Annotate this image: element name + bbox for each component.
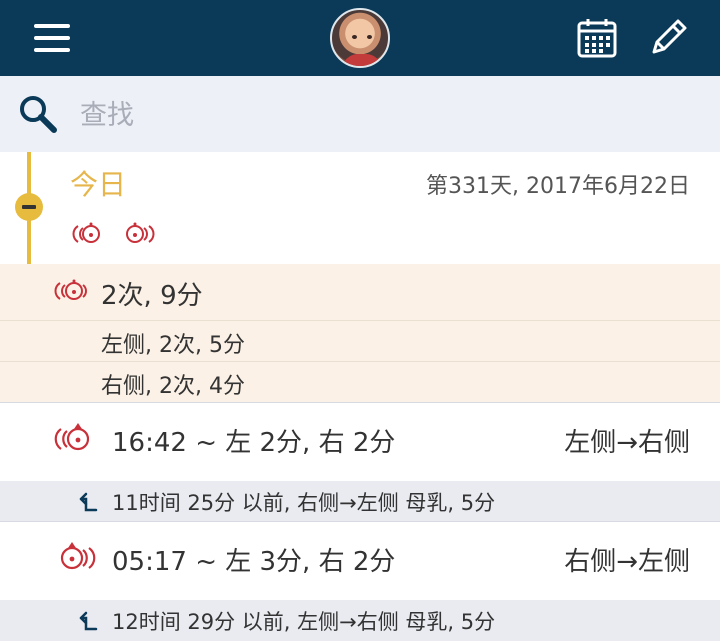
summary-right-row[interactable]: 右侧, 2次, 4分 xyxy=(0,362,720,402)
collapse-day-button[interactable] xyxy=(15,193,43,221)
feeding-entry[interactable]: 16:42 ~ 左 2分, 右 2分 左侧→右侧 xyxy=(0,403,720,481)
breastfeeding-icon xyxy=(72,222,100,243)
feeding-entry[interactable]: 05:17 ~ 左 3分, 右 2分 右侧→左侧 xyxy=(0,522,720,600)
entry-time: 05:17 ~ 左 3分, 右 2分 xyxy=(112,547,396,577)
previous-feeding-text: 12时间 29分 以前, 左侧→右侧 母乳, 5分 xyxy=(112,610,496,634)
search-bar xyxy=(0,76,720,152)
avatar-eye xyxy=(352,35,357,39)
calendar-button[interactable] xyxy=(577,18,617,58)
breastfeeding-icon xyxy=(60,542,96,570)
previous-feeding-note: 12时间 29分 以前, 左侧→右侧 母乳, 5分 xyxy=(0,600,720,641)
return-arrow-icon xyxy=(79,611,98,631)
pencil-icon xyxy=(652,19,687,54)
summary-left-row[interactable]: 左侧, 2次, 5分 xyxy=(0,321,720,362)
menu-button[interactable] xyxy=(34,24,70,52)
baby-avatar[interactable] xyxy=(330,8,390,68)
summary-left: 左侧, 2次, 5分 xyxy=(101,333,245,358)
menu-icon-line xyxy=(34,48,70,52)
day-label: 今日 xyxy=(70,168,127,201)
avatar-eye xyxy=(367,35,372,39)
breastfeeding-icon xyxy=(54,423,90,451)
summary-right: 右侧, 2次, 4分 xyxy=(101,374,245,399)
return-arrow-icon xyxy=(79,492,98,512)
daily-summary: 2次, 9分 左侧, 2次, 5分 右侧, 2次, 4分 xyxy=(0,264,720,402)
day-info: 第331天, 2017年6月22日 xyxy=(426,174,690,199)
entry-time: 16:42 ~ 左 2分, 右 2分 xyxy=(112,428,396,458)
menu-icon-line xyxy=(34,24,70,28)
avatar-shirt xyxy=(342,54,382,66)
day-feeding-icons xyxy=(70,220,163,252)
summary-total-row[interactable]: 2次, 9分 xyxy=(0,264,720,321)
calendar-icon xyxy=(577,19,617,58)
previous-feeding-note: 11时间 25分 以前, 右侧→左侧 母乳, 5分 xyxy=(0,481,720,521)
menu-icon-line xyxy=(34,36,70,40)
search-input[interactable] xyxy=(78,94,682,136)
entry-direction: 右侧→左侧 xyxy=(564,547,690,577)
summary-total: 2次, 9分 xyxy=(101,281,203,311)
search-icon[interactable] xyxy=(18,94,58,134)
breastfeeding-icon xyxy=(126,222,155,243)
edit-button[interactable] xyxy=(648,16,690,58)
top-app-bar xyxy=(0,0,720,76)
previous-feeding-text: 11时间 25分 以前, 右侧→左侧 母乳, 5分 xyxy=(112,491,496,515)
entry-direction: 左侧→右侧 xyxy=(564,428,690,458)
breastfeeding-icon xyxy=(54,279,87,300)
